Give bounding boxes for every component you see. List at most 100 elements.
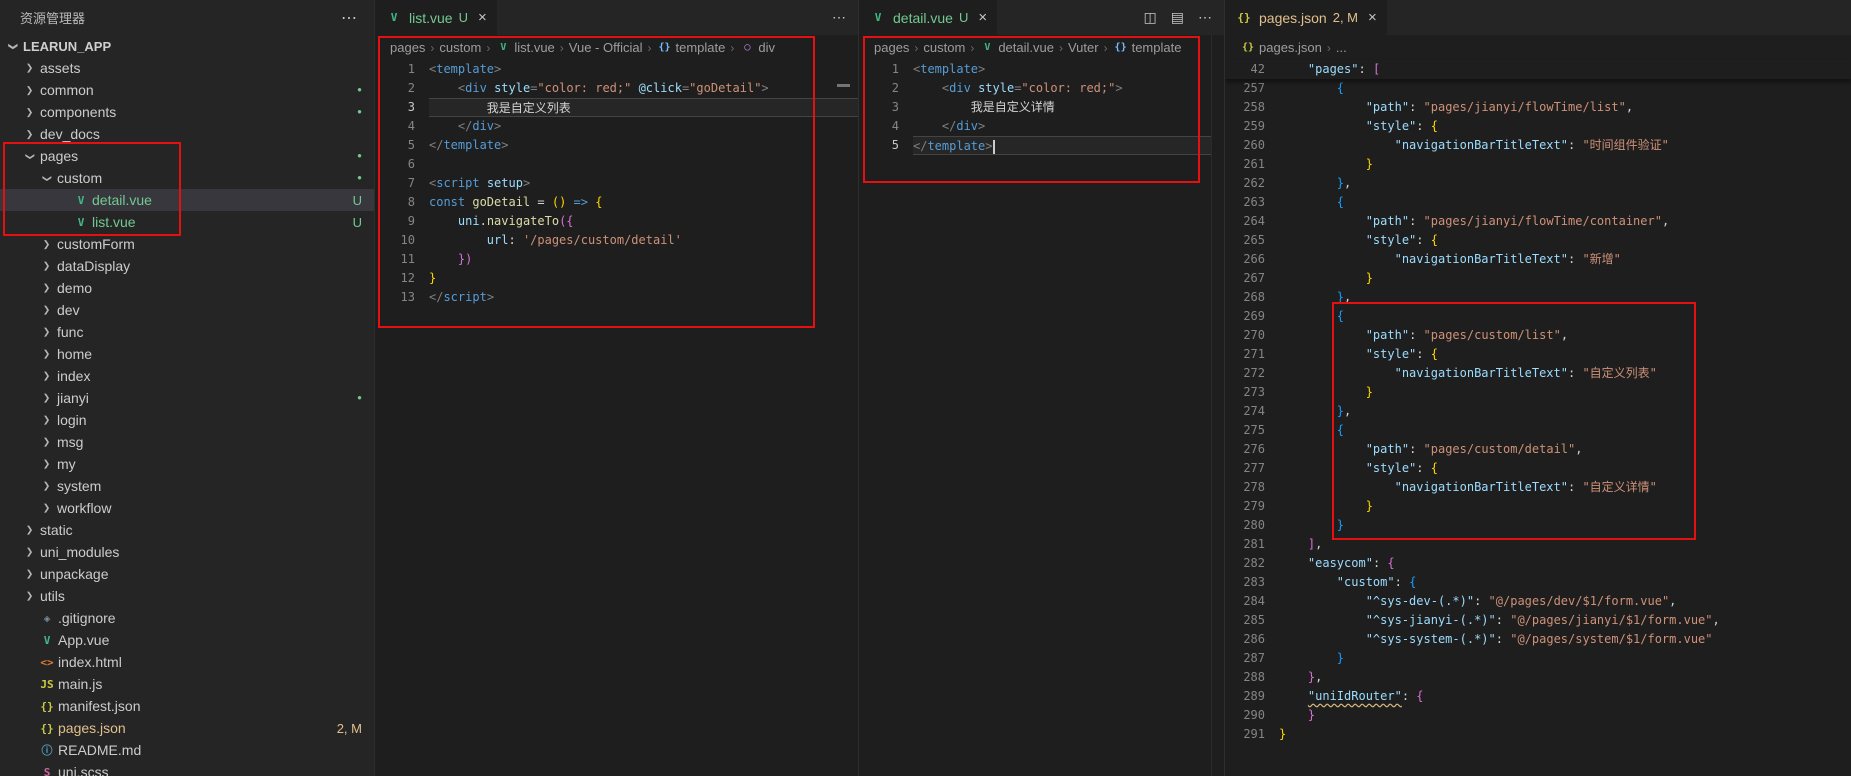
tree-item-demo[interactable]: ❯demo	[0, 277, 374, 299]
code-line-1[interactable]: 1<template>	[859, 60, 1224, 79]
code-line-285[interactable]: 285 "^sys-jianyi-(.*)": "@/pages/jianyi/…	[1225, 611, 1851, 630]
tree-item-customForm[interactable]: ❯customForm	[0, 233, 374, 255]
close-icon[interactable]: ×	[478, 9, 487, 26]
tree-item-jianyi[interactable]: ❯jianyi●	[0, 387, 374, 409]
code-line-10[interactable]: 10 url: '/pages/custom/detail'	[375, 231, 858, 250]
breadcrumb-item-pages.json[interactable]: {}pages.json	[1240, 40, 1322, 55]
tree-item-.gitignore[interactable]: ◈.gitignore	[0, 607, 374, 629]
code-line-280[interactable]: 280 }	[1225, 516, 1851, 535]
tree-item-system[interactable]: ❯system	[0, 475, 374, 497]
tree-item-list.vue[interactable]: Vlist.vueU	[0, 211, 374, 233]
editor-layout-icon[interactable]: ▤	[1171, 9, 1184, 26]
code-line-4[interactable]: 4 </div>	[375, 117, 858, 136]
code-area[interactable]: 42 "pages": [257 {258 "path": "pages/jia…	[1225, 60, 1851, 744]
code-line-6[interactable]: 6	[375, 155, 858, 174]
code-line-279[interactable]: 279 }	[1225, 497, 1851, 516]
tree-item-custom[interactable]: ❯custom●	[0, 167, 374, 189]
scrollbar[interactable]	[1211, 35, 1224, 776]
code-line-8[interactable]: 8const goDetail = () => {	[375, 193, 858, 212]
code-line-278[interactable]: 278 "navigationBarTitleText": "自定义详情"	[1225, 478, 1851, 497]
code-line-277[interactable]: 277 "style": {	[1225, 459, 1851, 478]
code-line-5[interactable]: 5</template>	[375, 136, 858, 155]
breadcrumb-item-Vue - Official[interactable]: Vue - Official	[569, 40, 643, 55]
code-line-291[interactable]: 291}	[1225, 725, 1851, 744]
code-line-13[interactable]: 13</script>	[375, 288, 858, 307]
close-icon[interactable]: ×	[1368, 9, 1377, 26]
code-line-266[interactable]: 266 "navigationBarTitleText": "新增"	[1225, 250, 1851, 269]
tree-item-manifest.json[interactable]: {}manifest.json	[0, 695, 374, 717]
tree-item-dev[interactable]: ❯dev	[0, 299, 374, 321]
breadcrumb-item-template[interactable]: {}template	[1113, 40, 1182, 55]
code-line-274[interactable]: 274 },	[1225, 402, 1851, 421]
tree-item-dev_docs[interactable]: ❯dev_docs	[0, 123, 374, 145]
tree-item-assets[interactable]: ❯assets	[0, 57, 374, 79]
tree-item-msg[interactable]: ❯msg	[0, 431, 374, 453]
code-line-257[interactable]: 257 {	[1225, 79, 1851, 98]
breadcrumb-item-detail.vue[interactable]: Vdetail.vue	[979, 40, 1054, 55]
breadcrumb-item-list.vue[interactable]: Vlist.vue	[495, 40, 554, 55]
code-line-12[interactable]: 12}	[375, 269, 858, 288]
code-line-269[interactable]: 269 {	[1225, 307, 1851, 326]
tree-item-unpackage[interactable]: ❯unpackage	[0, 563, 374, 585]
code-line-2[interactable]: 2 <div style="color: red;">	[859, 79, 1224, 98]
code-line-263[interactable]: 263 {	[1225, 193, 1851, 212]
tree-item-pages[interactable]: ❯pages●	[0, 145, 374, 167]
code-line-260[interactable]: 260 "navigationBarTitleText": "时间组件验证"	[1225, 136, 1851, 155]
tab-detail-vue[interactable]: Vdetail.vueU×	[859, 0, 997, 35]
tree-item-main.js[interactable]: JSmain.js	[0, 673, 374, 695]
code-line-270[interactable]: 270 "path": "pages/custom/list",	[1225, 326, 1851, 345]
breadcrumb-item-pages[interactable]: pages	[390, 40, 425, 55]
tree-item-workflow[interactable]: ❯workflow	[0, 497, 374, 519]
code-line-287[interactable]: 287 }	[1225, 649, 1851, 668]
code-line-282[interactable]: 282 "easycom": {	[1225, 554, 1851, 573]
tree-item-components[interactable]: ❯components●	[0, 101, 374, 123]
code-area[interactable]: 1<template>2 <div style="color: red;">3 …	[859, 60, 1224, 155]
tree-item-my[interactable]: ❯my	[0, 453, 374, 475]
tree-item-login[interactable]: ❯login	[0, 409, 374, 431]
tree-item-common[interactable]: ❯common●	[0, 79, 374, 101]
code-line-7[interactable]: 7<script setup>	[375, 174, 858, 193]
code-line-4[interactable]: 4 </div>	[859, 117, 1224, 136]
more-actions-icon[interactable]: ⋯	[832, 9, 846, 26]
code-line-262[interactable]: 262 },	[1225, 174, 1851, 193]
code-line-272[interactable]: 272 "navigationBarTitleText": "自定义列表"	[1225, 364, 1851, 383]
tree-item-index[interactable]: ❯index	[0, 365, 374, 387]
code-line-267[interactable]: 267 }	[1225, 269, 1851, 288]
breadcrumb-item-...[interactable]: ...	[1336, 40, 1347, 55]
tree-item-App.vue[interactable]: VApp.vue	[0, 629, 374, 651]
code-line-268[interactable]: 268 },	[1225, 288, 1851, 307]
code-line-275[interactable]: 275 {	[1225, 421, 1851, 440]
code-line-1[interactable]: 1<template>	[375, 60, 858, 79]
tree-item-detail.vue[interactable]: Vdetail.vueU	[0, 189, 374, 211]
code-line-3[interactable]: 3 我是自定义列表	[375, 98, 858, 117]
tree-item-static[interactable]: ❯static	[0, 519, 374, 541]
code-line-261[interactable]: 261 }	[1225, 155, 1851, 174]
tree-item-home[interactable]: ❯home	[0, 343, 374, 365]
code-line-289[interactable]: 289 "uniIdRouter": {	[1225, 687, 1851, 706]
tree-item-index.html[interactable]: <>index.html	[0, 651, 374, 673]
code-area[interactable]: 1<template>2 <div style="color: red;" @c…	[375, 60, 858, 307]
code-line-288[interactable]: 288 },	[1225, 668, 1851, 687]
code-line-2[interactable]: 2 <div style="color: red;" @click="goDet…	[375, 79, 858, 98]
tree-item-README.md[interactable]: ⓘREADME.md	[0, 739, 374, 761]
code-line-281[interactable]: 281 ],	[1225, 535, 1851, 554]
more-actions-icon[interactable]: ⋯	[1198, 9, 1212, 26]
split-editor-icon[interactable]: ◫	[1144, 9, 1157, 26]
code-line-290[interactable]: 290 }	[1225, 706, 1851, 725]
code-line-283[interactable]: 283 "custom": {	[1225, 573, 1851, 592]
code-line-258[interactable]: 258 "path": "pages/jianyi/flowTime/list"…	[1225, 98, 1851, 117]
tree-item-pages.json[interactable]: {}pages.json2, M	[0, 717, 374, 739]
breadcrumb-item-custom[interactable]: custom	[439, 40, 481, 55]
code-line-273[interactable]: 273 }	[1225, 383, 1851, 402]
tree-item-uni.scss[interactable]: Suni.scss	[0, 761, 374, 776]
code-line-265[interactable]: 265 "style": {	[1225, 231, 1851, 250]
tree-item-func[interactable]: ❯func	[0, 321, 374, 343]
code-line-259[interactable]: 259 "style": {	[1225, 117, 1851, 136]
code-line-276[interactable]: 276 "path": "pages/custom/detail",	[1225, 440, 1851, 459]
breadcrumb-item-template[interactable]: {}template	[657, 40, 726, 55]
tab-list-vue[interactable]: Vlist.vueU×	[375, 0, 497, 35]
breadcrumb-item-pages[interactable]: pages	[874, 40, 909, 55]
explorer-more-icon[interactable]: ⋯	[341, 8, 358, 28]
breadcrumb-item-Vuter[interactable]: Vuter	[1068, 40, 1099, 55]
code-line-3[interactable]: 3 我是自定义详情	[859, 98, 1224, 117]
